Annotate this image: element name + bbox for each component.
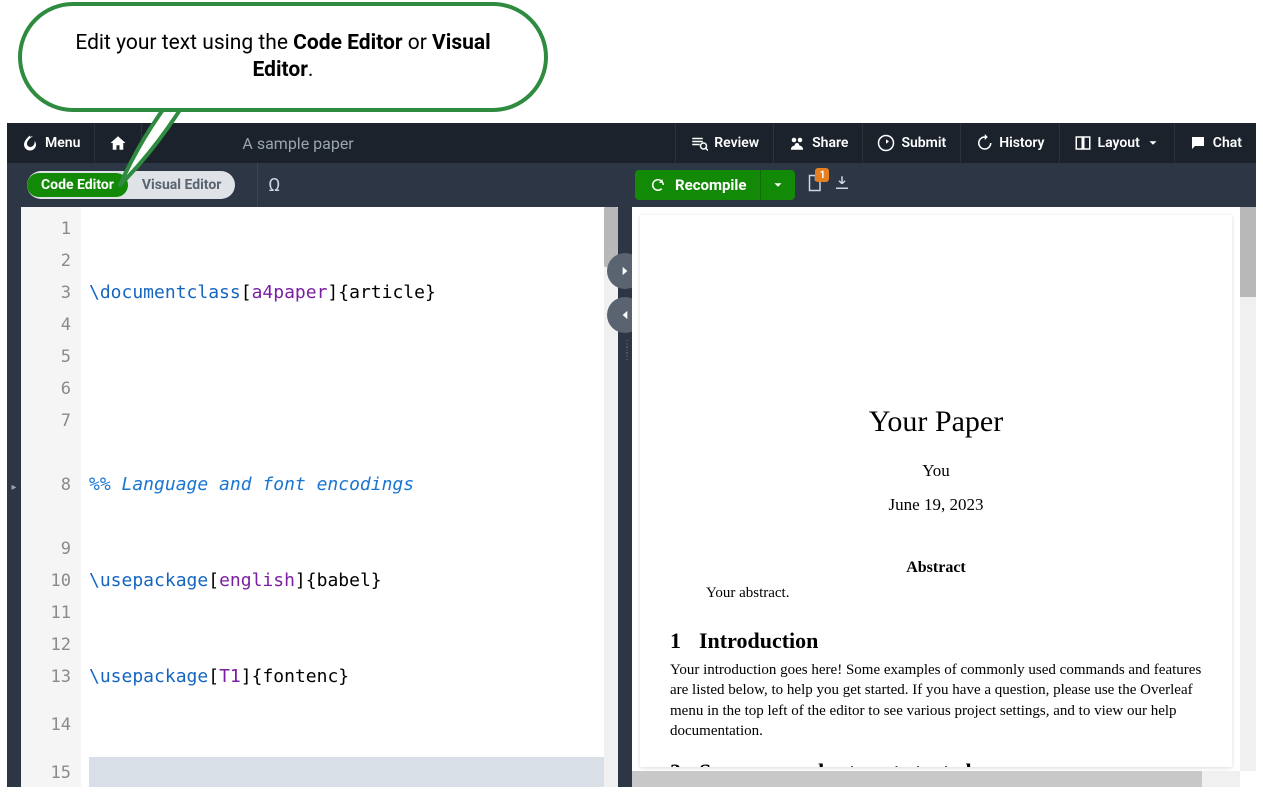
recompile-button-group: Recompile — [635, 170, 795, 200]
line-number: 2 — [25, 245, 71, 277]
line-number: 6 — [25, 373, 71, 405]
code-editor-tab[interactable]: Code Editor — [27, 173, 128, 197]
submit-button[interactable]: Submit — [862, 123, 960, 163]
pdf-abstract-label: Abstract — [670, 559, 1202, 577]
pdf-scroll-thumb-v[interactable] — [1240, 207, 1256, 297]
line-number: 5 — [25, 341, 71, 373]
history-label: History — [999, 135, 1044, 151]
log-warning-badge: 1 — [815, 168, 829, 182]
divider-grip[interactable]: ⋮⋮⋮ — [622, 342, 632, 360]
chat-label: Chat — [1213, 135, 1242, 151]
menu-button[interactable]: Menu — [7, 123, 95, 163]
recompile-button[interactable]: Recompile — [635, 176, 760, 194]
code-area[interactable]: \documentclass[a4paper]{article} %% Lang… — [81, 207, 618, 787]
pdf-section-heading: 1Introduction — [670, 628, 1202, 654]
refresh-icon — [649, 176, 667, 194]
line-number: 13 — [25, 661, 71, 693]
line-number: 12 — [25, 629, 71, 661]
project-title[interactable]: A sample paper — [142, 134, 675, 153]
code-line — [89, 373, 610, 405]
pdf-paragraph: Your introduction goes here! Some exampl… — [670, 660, 1202, 741]
main-split: ▸ 1 2 3 4 5 6 7 8 9 10 11 12 13 14 15 \d… — [7, 207, 1256, 787]
pane-divider[interactable]: ⋮⋮⋮ — [618, 207, 632, 787]
code-line-active — [89, 757, 610, 787]
chat-button[interactable]: Chat — [1174, 123, 1256, 163]
review-icon — [690, 134, 708, 152]
share-label: Share — [812, 135, 848, 151]
pdf-scrollbar-vertical[interactable] — [1240, 207, 1256, 771]
code-line: %% Language and font encodings — [89, 469, 610, 501]
submit-label: Submit — [901, 135, 946, 151]
line-number: 14 — [25, 693, 71, 757]
symbol-palette-button[interactable]: Ω — [257, 163, 290, 207]
callout-tail — [130, 100, 190, 180]
layout-button[interactable]: Layout — [1059, 123, 1174, 163]
callout-bubble: Edit your text using the Code Editor or … — [18, 2, 548, 112]
pdf-date: June 19, 2023 — [670, 495, 1202, 515]
callout-bold1: Code Editor — [293, 31, 402, 55]
pdf-scrollbar-horizontal[interactable] — [632, 771, 1240, 787]
submit-icon — [877, 134, 895, 152]
sub-toolbar: Code Editor Visual Editor Ω Recompile 1 — [7, 163, 1256, 207]
chevron-down-icon — [771, 178, 785, 192]
line-number: 9 — [25, 533, 71, 565]
share-icon — [788, 134, 806, 152]
code-line: \usepackage[T1]{fontenc} — [89, 661, 610, 693]
history-button[interactable]: History — [960, 123, 1058, 163]
line-number: 4 — [25, 309, 71, 341]
overleaf-icon — [21, 134, 39, 152]
line-gutter: 1 2 3 4 5 6 7 8 9 10 11 12 13 14 15 — [21, 207, 81, 787]
line-number: 7 — [25, 405, 71, 437]
line-number: 10 — [25, 565, 71, 597]
code-line: \documentclass[a4paper]{article} — [89, 277, 610, 309]
pdf-scroll-thumb-h[interactable] — [632, 771, 1202, 787]
download-button[interactable] — [833, 174, 851, 196]
share-button[interactable]: Share — [773, 123, 862, 163]
recompile-dropdown[interactable] — [760, 170, 795, 200]
review-label: Review — [714, 135, 759, 151]
pdf-abstract: Your abstract. — [670, 585, 1202, 602]
home-icon — [109, 134, 127, 152]
file-tree-expand[interactable]: ▸ — [7, 467, 21, 507]
download-icon — [833, 174, 851, 192]
code-line: \usepackage[english]{babel} — [89, 565, 610, 597]
pdf-author: You — [670, 461, 1202, 481]
pdf-section-heading: 2Some examples to get started — [670, 759, 1202, 767]
callout-mid: or — [403, 31, 433, 55]
line-number: 11 — [25, 597, 71, 629]
code-editor-pane[interactable]: 1 2 3 4 5 6 7 8 9 10 11 12 13 14 15 \doc… — [21, 207, 618, 787]
editor-scrollbar[interactable] — [604, 207, 618, 787]
line-number: 1 — [25, 213, 71, 245]
callout-suffix: . — [308, 58, 314, 82]
pdf-title: Your Paper — [670, 405, 1202, 439]
arrow-left-icon — [618, 308, 632, 322]
pdf-page: Your Paper You June 19, 2023 Abstract Yo… — [640, 215, 1232, 767]
arrow-right-icon — [618, 264, 632, 278]
left-rail: ▸ — [7, 207, 21, 787]
layout-icon — [1074, 134, 1092, 152]
history-icon — [975, 134, 993, 152]
line-number: 15 — [25, 757, 71, 787]
layout-label: Layout — [1098, 135, 1140, 151]
chevron-down-icon — [1146, 136, 1160, 150]
pdf-preview-pane[interactable]: Your Paper You June 19, 2023 Abstract Yo… — [632, 207, 1256, 787]
callout-text: Edit your text using the — [75, 31, 293, 55]
line-number: 8 — [25, 437, 71, 533]
chat-icon — [1189, 134, 1207, 152]
review-button[interactable]: Review — [675, 123, 773, 163]
top-toolbar: Menu A sample paper Review Share Submit … — [7, 123, 1256, 163]
recompile-label: Recompile — [675, 176, 746, 194]
line-number: 3 — [25, 277, 71, 309]
menu-label: Menu — [45, 135, 80, 151]
logs-button[interactable]: 1 — [805, 174, 823, 196]
